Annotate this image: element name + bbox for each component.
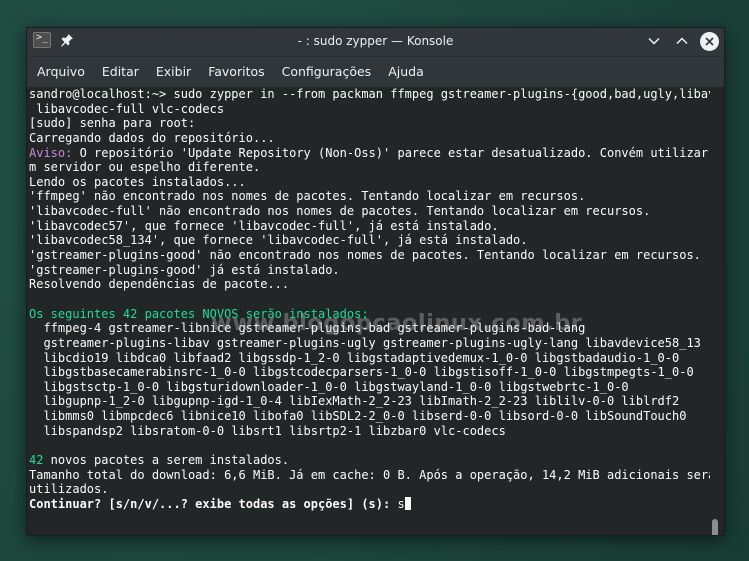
menu-item-editar[interactable]: Editar	[94, 57, 147, 87]
prompt-question: Continuar? [s/n/v/...? exibe todas as op…	[29, 496, 398, 511]
close-icon[interactable]	[700, 31, 719, 51]
menu-item-arquivo[interactable]: Arquivo	[29, 57, 93, 87]
line-text: libgupnp-1_2-0 libgupnp-igd-1_0-4 libIex…	[29, 394, 680, 409]
terminal-line: 'ffmpeg' não encontrado nos nomes de pac…	[29, 189, 710, 204]
terminal-line: ffmpeg-4 gstreamer-libnice gstreamer-plu…	[29, 321, 710, 336]
line-text: 'gstreamer-plugins-good' não encontrado …	[29, 248, 701, 263]
terminal-line: [sudo] senha para root:	[29, 116, 710, 131]
line-text: novos pacotes a serem instalados.	[43, 453, 290, 468]
menu-item-configuracoes[interactable]: Configurações	[274, 57, 380, 87]
minimize-icon[interactable]	[644, 31, 664, 51]
window-title: - : sudo zypper — Konsole	[297, 34, 454, 48]
line-text: libgstsctp-1_0-0 libgsturidownloader-1_0…	[29, 379, 629, 394]
menu-item-exibir[interactable]: Exibir	[148, 57, 199, 87]
terminal-line: 'libavcodec-full' não encontrado nos nom…	[29, 204, 710, 219]
line-text: Carregando dados do repositório...	[29, 130, 275, 145]
line-text: 'ffmpeg' não encontrado nos nomes de pac…	[29, 189, 586, 204]
line-text: Resolvendo dependências de pacote...	[29, 277, 290, 292]
line-text: utilizados.	[29, 482, 109, 497]
konsole-window: - : sudo zypper — Konsole ArquivoEditarE…	[26, 27, 725, 536]
line-text: s	[397, 496, 405, 511]
line-text: gstreamer-plugins-libav gstreamer-plugin…	[29, 335, 701, 350]
terminal-line: libgupnp-1_2-0 libgupnp-igd-1_0-4 libIex…	[29, 394, 710, 409]
terminal-line: Aviso: O repositório 'Update Repository …	[29, 146, 710, 161]
titlebar-right-controls	[644, 31, 719, 51]
terminal-line: Continuar? [s/n/v/...? exibe todas as op…	[29, 496, 710, 512]
line-text: libavcodec-full vlc-codecs	[29, 101, 225, 116]
line-text: Lendo os pacotes instalados...	[29, 174, 246, 189]
line-text: sandro@localhost:~> sudo zypper in --fro…	[29, 87, 710, 101]
line-text: libmms0 libmpcdec6 libnice10 libofa0 lib…	[29, 409, 687, 424]
title-bar[interactable]: - : sudo zypper — Konsole	[27, 28, 724, 57]
line-text: libcdio19 libdca0 libfaad2 libgssdp-1_2-…	[29, 350, 680, 365]
terminal-line: Carregando dados do repositório...	[29, 131, 710, 146]
line-text: Tamanho total do download: 6,6 MiB. Já e…	[29, 467, 710, 482]
highlight-text: 42	[29, 453, 44, 468]
line-text: libgstbasecamerabinsrc-1_0-0 libgstcodec…	[29, 365, 694, 380]
terminal-line: libspandsp2 libsratom-0-0 libsrt1 libsrt…	[29, 424, 710, 439]
line-text: 'libavcodec57', que fornece 'libavcodec-…	[29, 218, 499, 233]
line-text: ffmpeg-4 gstreamer-libnice gstreamer-plu…	[29, 321, 586, 336]
line-text: O repositório 'Update Repository (Non-Os…	[72, 145, 710, 160]
maximize-icon[interactable]	[672, 31, 692, 51]
terminal-scrollbar[interactable]	[712, 519, 718, 535]
menu-item-ajuda[interactable]: Ajuda	[380, 57, 432, 87]
text-cursor	[404, 496, 411, 510]
terminal-line: Resolvendo dependências de pacote...	[29, 277, 710, 292]
line-text: 'libavcodec58_134', que fornece 'libavco…	[29, 233, 528, 248]
line-text: 'gstreamer-plugins-good' já está instala…	[29, 262, 340, 277]
terminal-line: Lendo os pacotes instalados...	[29, 175, 710, 190]
terminal-line: libgstbasecamerabinsrc-1_0-0 libgstcodec…	[29, 365, 710, 380]
terminal-line: libavcodec-full vlc-codecs	[29, 102, 710, 117]
menu-item-favoritos[interactable]: Favoritos	[200, 57, 272, 87]
terminal-line: 'gstreamer-plugins-good' não encontrado …	[29, 248, 710, 263]
terminal-line: sandro@localhost:~> sudo zypper in --fro…	[29, 87, 710, 102]
terminal-line: gstreamer-plugins-libav gstreamer-plugin…	[29, 336, 710, 351]
terminal-line: utilizados.	[29, 482, 710, 497]
line-text: [sudo] senha para root:	[29, 116, 196, 131]
warning-label: Aviso:	[29, 145, 73, 160]
terminal-line: libcdio19 libdca0 libfaad2 libgssdp-1_2-…	[29, 351, 710, 366]
menu-bar: Arquivo Editar Exibir Favoritos Configuraçõe…	[27, 57, 724, 88]
terminal-line: 'libavcodec57', que fornece 'libavcodec-…	[29, 219, 710, 234]
terminal-line: libgstsctp-1_0-0 libgsturidownloader-1_0…	[29, 380, 710, 395]
terminal-line: 'libavcodec58_134', que fornece 'libavco…	[29, 233, 710, 248]
line-text: 'libavcodec-full' não encontrado nos nom…	[29, 204, 651, 219]
line-text: libspandsp2 libsratom-0-0 libsrt1 libsrt…	[29, 423, 506, 438]
line-text: m servidor ou espelho diferente.	[29, 160, 261, 175]
terminal-line: m servidor ou espelho diferente.	[29, 160, 710, 175]
terminal-line: 42 novos pacotes a serem instalados.	[29, 453, 710, 468]
terminal-line: Tamanho total do download: 6,6 MiB. Já e…	[29, 468, 710, 483]
terminal-line: 'gstreamer-plugins-good' já está instala…	[29, 263, 710, 278]
highlight-text: Os seguintes 42 pacotes NOVOS serão inst…	[29, 306, 369, 321]
terminal-line: libmms0 libmpcdec6 libnice10 libofa0 lib…	[29, 409, 710, 424]
terminal-output[interactable]: sandro@localhost:~> sudo zypper in --fro…	[27, 87, 724, 535]
terminal-line: Os seguintes 42 pacotes NOVOS serão inst…	[29, 307, 710, 322]
